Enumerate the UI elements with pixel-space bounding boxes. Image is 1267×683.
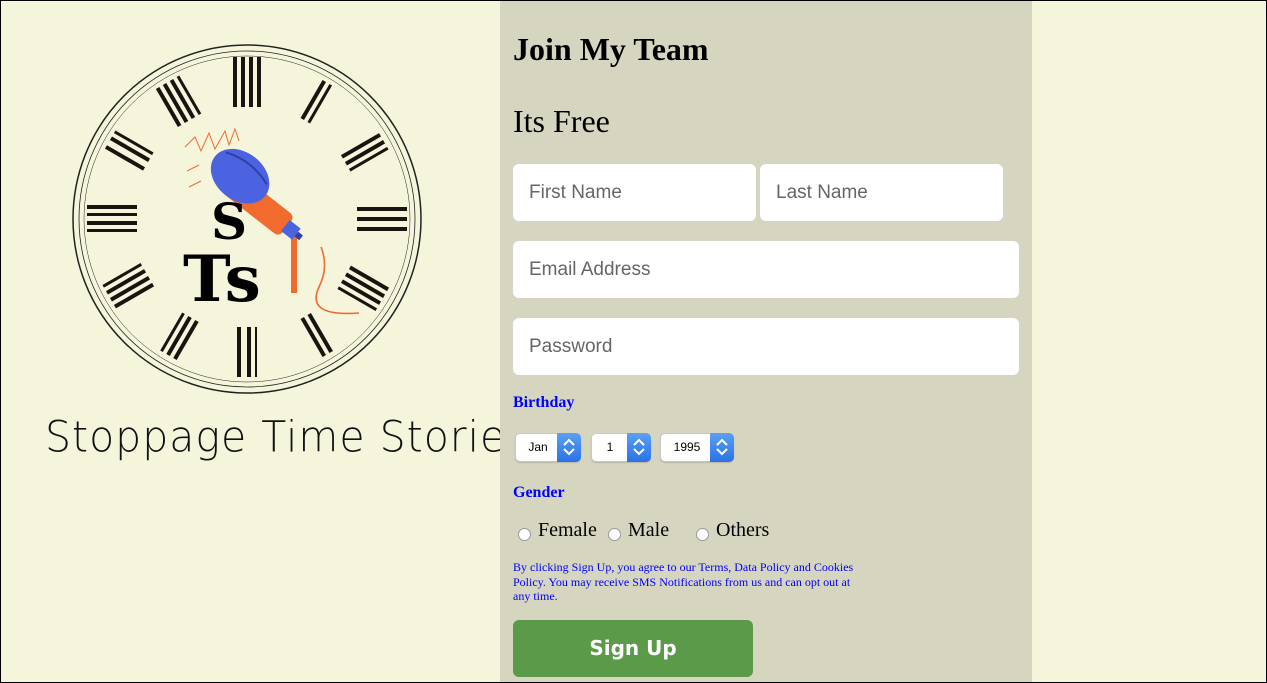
- gender-others-radio[interactable]: [696, 528, 709, 541]
- gender-others-label: Others: [716, 519, 770, 541]
- gender-female-label: Female: [538, 519, 597, 541]
- last-name-input[interactable]: [760, 164, 1003, 221]
- gender-male-radio[interactable]: [608, 528, 621, 541]
- password-input[interactable]: [513, 318, 1019, 375]
- signup-form-panel: Join My Team Its Free Birthday Jan 1 199…: [500, 1, 1032, 682]
- gender-female-radio[interactable]: [518, 528, 531, 541]
- chevron-updown-icon: [627, 433, 651, 462]
- chevron-updown-icon: [557, 433, 581, 462]
- branding-area: S Ts Stoppage Time Stories: [1, 1, 529, 682]
- birthday-year-value: 1995: [673, 440, 701, 454]
- birthday-year-select[interactable]: 1995: [660, 433, 734, 462]
- birthday-month-value: Jan: [528, 440, 548, 454]
- gender-male-label: Male: [628, 519, 670, 541]
- form-title: Join My Team: [513, 31, 709, 67]
- gender-label: Gender: [513, 484, 565, 501]
- birthday-day-value: 1: [606, 440, 614, 454]
- clock-logo-icon: S Ts: [72, 44, 422, 394]
- birthday-month-select[interactable]: Jan: [515, 433, 581, 462]
- signup-button[interactable]: Sign Up: [513, 620, 753, 677]
- birthday-day-select[interactable]: 1: [591, 433, 651, 462]
- email-input[interactable]: [513, 241, 1019, 298]
- first-name-input[interactable]: [513, 164, 756, 221]
- terms-text: By clicking Sign Up, you agree to our Te…: [513, 560, 854, 603]
- brand-name: Stoppage Time Stories: [45, 411, 529, 463]
- form-subtitle: Its Free: [513, 103, 610, 139]
- svg-text:Ts: Ts: [183, 242, 261, 317]
- birthday-label: Birthday: [513, 394, 575, 411]
- chevron-updown-icon: [710, 433, 734, 462]
